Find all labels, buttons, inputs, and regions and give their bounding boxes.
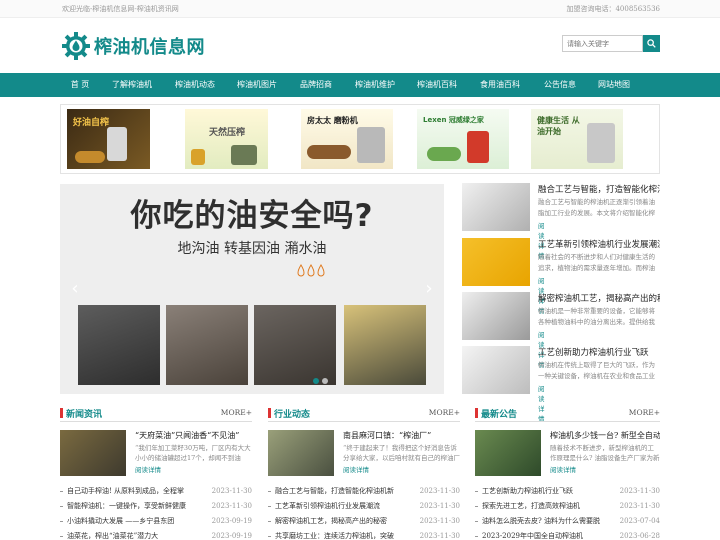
- list-item[interactable]: 智能榨油机：一键操作，享受新鲜健康 2023-11-30: [60, 499, 252, 514]
- list-item[interactable]: 融合工艺与智能，打造智能化榨油机新 2023-11-30: [268, 484, 460, 499]
- nav-notices[interactable]: 公告信息: [532, 73, 588, 97]
- slider-photo: [78, 305, 160, 385]
- featured-image: [60, 430, 126, 476]
- slider-subline: 地沟油 转基因油 潲水油: [177, 241, 327, 257]
- featured-title[interactable]: 榨油机多少钱一台? 新型全自动: [550, 430, 660, 441]
- brand-banner[interactable]: 房太太 磨粉机: [301, 109, 393, 169]
- featured-desc: “终于建起来了！我得把这个好消息告诉分享给大家，以后咱村就有自己的榨油厂咯: [343, 444, 460, 462]
- nav-maintenance[interactable]: 榨油机维护: [344, 73, 406, 97]
- slider-photo: [344, 305, 426, 385]
- list-item[interactable]: 解密榨油机工艺，揭秘高产出的秘密 2023-11-30: [268, 514, 460, 529]
- list-item[interactable]: 探索先进工艺，打造高效榨油机 2023-11-30: [475, 499, 660, 514]
- banner-caption: Lexen 冠威绿之家: [423, 116, 484, 124]
- slider-headline: 你吃的油安全吗?: [130, 198, 374, 234]
- list-item[interactable]: 工艺革新引领榨油机行业发展潮流 2023-11-30: [268, 499, 460, 514]
- featured-more-link[interactable]: 阅读详情: [550, 464, 576, 474]
- nav-about[interactable]: 了解榨油机: [100, 73, 164, 97]
- article-list: 工艺创新助力榨油机行业飞跃 2023-11-30 探索先进工艺，打造高效榨油机 20…: [475, 484, 660, 540]
- list-item[interactable]: 小油料撬动大发展 ——乡宁县东团 2023-09-19: [60, 514, 252, 529]
- news-desc: 融合工艺与智能的榨油机正逐渐引领着油脂加工行业的发展。本文将介绍智能化榨: [538, 198, 655, 217]
- gear-logo-icon: [62, 32, 90, 60]
- brand-banner[interactable]: 好油自榨: [67, 109, 150, 169]
- news-desc: 榨油机是一种非常重要的设备，它能够将各种植物油料中的油分离出来。提供给我: [538, 307, 655, 326]
- featured-article[interactable]: “天府菜油”只闻油香“不见油” “我们年加工菜籽30万吨，厂区内有大大小小的储油…: [60, 430, 252, 478]
- oil-drops-icon: [297, 264, 325, 277]
- nav-home[interactable]: 首 页: [60, 73, 100, 97]
- list-item[interactable]: 工艺创新助力榨油机行业飞跃 2023-11-30: [475, 484, 660, 499]
- featured-desc: 随着技术不断进步，新型榨油机的工作原理是什么? 油脂设备生产厂家为新老客户提供: [550, 444, 660, 462]
- slider-dots: [310, 378, 328, 384]
- nav-news[interactable]: 榨油机动态: [164, 73, 226, 97]
- news-thumbnail: [462, 183, 530, 231]
- column-header: 行业动态 MORE+: [268, 404, 460, 422]
- article-list: 融合工艺与智能，打造智能化榨油机新 2023-11-30 工艺革新引领榨油机行业发…: [268, 484, 460, 540]
- featured-title[interactable]: “天府菜油”只闻油香“不见油”: [135, 430, 252, 441]
- news-desc: 榨油机在传统上取得了巨大的飞跃，作为一种关键设备，榨油机在农业和食品工业: [538, 361, 655, 380]
- featured-more-link[interactable]: 阅读详情: [135, 464, 161, 474]
- nav-oil-encyclopedia[interactable]: 食用油百科: [468, 73, 532, 97]
- list-item[interactable]: 2023-2029年中国全自动榨油机 2023-06-28: [475, 529, 660, 540]
- search-icon: [647, 39, 656, 48]
- list-item[interactable]: 油料怎么脱壳去皮? 油料为什么需要脱 2023-07-04: [475, 514, 660, 529]
- nav-brands[interactable]: 品牌招商: [288, 73, 344, 97]
- search-input[interactable]: [562, 35, 643, 52]
- featured-more-link[interactable]: 阅读详情: [343, 464, 369, 474]
- list-item[interactable]: 油菜花，榨出“油菜花”潜力大 2023-09-19: [60, 529, 252, 540]
- brand-banners: 好油自榨 天然压榨 房太太 磨粉机 Lexen 冠威绿之家 健康生活 从油开始: [60, 104, 660, 174]
- hero-slider[interactable]: 你吃的油安全吗? 地沟油 转基因油 潲水油 ‹ ›: [60, 184, 444, 394]
- column-title: 新闻资讯: [66, 410, 103, 420]
- slider-prev-button[interactable]: ‹: [68, 279, 82, 299]
- banner-caption: 房太太 磨粉机: [307, 116, 358, 125]
- banner-caption: 好油自榨: [73, 118, 110, 128]
- featured-image: [268, 430, 334, 476]
- column-title: 最新公告: [481, 410, 518, 420]
- list-item[interactable]: 共享磨坊工业：连续活力榨油机，突破 2023-11-30: [268, 529, 460, 540]
- slider-dot[interactable]: [322, 378, 328, 384]
- search-box: [562, 35, 660, 52]
- slider-dot-active[interactable]: [313, 378, 319, 384]
- news-thumbnail: [462, 346, 530, 394]
- slider-photo: [166, 305, 248, 385]
- featured-image: [475, 430, 541, 476]
- news-title[interactable]: 工艺革新引领榨油机行业发展潮流: [538, 238, 660, 250]
- news-title[interactable]: 解密榨油机工艺，揭秘高产出的秘密: [538, 292, 660, 304]
- news-title[interactable]: 工艺创新助力榨油机行业飞跃: [538, 346, 660, 358]
- column-title: 行业动态: [274, 410, 311, 420]
- column-more-link[interactable]: MORE+: [629, 408, 660, 417]
- site-logo[interactable]: 榨油机信息网: [61, 30, 205, 62]
- news-desc: 随着社会的不断进步和人们对健康生活的追求，植物油的需求量逐年增加。而榨油: [538, 253, 655, 272]
- main-nav: 首 页 了解榨油机 榨油机动态 榨油机图片 品牌招商 榨油机维护 榨油机百科 食…: [0, 73, 720, 97]
- column-header: 新闻资讯 MORE+: [60, 404, 252, 422]
- welcome-text: 欢迎光临-榨油机信息网-榨油机资讯网: [62, 5, 179, 13]
- nav-encyclopedia[interactable]: 榨油机百科: [406, 73, 468, 97]
- column-header: 最新公告 MORE+: [475, 404, 660, 422]
- featured-article[interactable]: 南县麻河口镇：“榨油厂” “终于建起来了！我得把这个好消息告诉分享给大家，以后咱…: [268, 430, 460, 478]
- news-thumbnail: [462, 238, 530, 286]
- featured-article[interactable]: 榨油机多少钱一台? 新型全自动 随着技术不断进步，新型榨油机的工作原理是什么? …: [475, 430, 660, 478]
- news-thumbnail: [462, 292, 530, 340]
- logo-text: 榨油机信息网: [94, 37, 205, 58]
- column-more-link[interactable]: MORE+: [429, 408, 460, 417]
- featured-desc: “我们年加工菜籽30万吨，厂区内有大大小小的储油罐超过17个，却闻不到油味，随: [135, 444, 251, 462]
- search-button[interactable]: [643, 35, 660, 52]
- banner-caption: 天然压榨: [209, 128, 246, 138]
- slider-next-button[interactable]: ›: [422, 279, 436, 299]
- brand-banner[interactable]: Lexen 冠威绿之家: [417, 109, 509, 169]
- nav-sitemap[interactable]: 网站地图: [588, 73, 640, 97]
- list-item[interactable]: 自己动手榨油! 从原料到成品，全程掌 2023-11-30: [60, 484, 252, 499]
- featured-title[interactable]: 南县麻河口镇：“榨油厂”: [343, 430, 460, 441]
- banner-caption: 健康生活 从油开始: [537, 116, 580, 136]
- brand-banner[interactable]: 健康生活 从油开始: [531, 109, 623, 169]
- article-list: 自己动手榨油! 从原料到成品，全程掌 2023-11-30 智能榨油机：一键操作，…: [60, 484, 252, 540]
- hotline-text: 加盟咨询电话：4008563536: [566, 5, 660, 13]
- column-more-link[interactable]: MORE+: [221, 408, 252, 417]
- nav-images[interactable]: 榨油机图片: [226, 73, 288, 97]
- brand-banner[interactable]: 天然压榨: [185, 109, 268, 169]
- top-bar: 欢迎光临-榨油机信息网-榨油机资讯网 加盟咨询电话：4008563536: [0, 0, 720, 18]
- news-title[interactable]: 融合工艺与智能，打造智能化榨油机: [538, 183, 660, 195]
- slider-photo: [254, 305, 336, 385]
